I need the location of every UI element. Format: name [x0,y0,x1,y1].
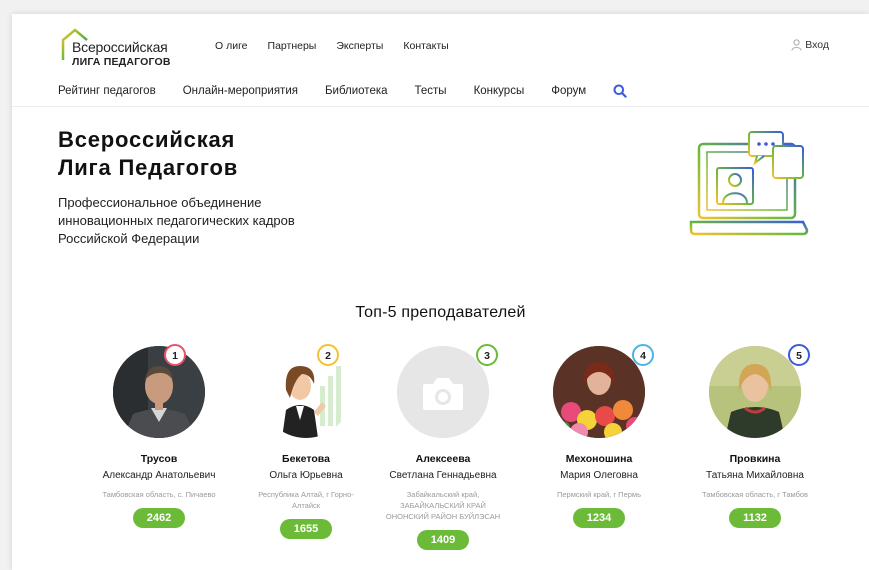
logo-line2: ЛИГА ПЕДАГОГОВ [72,56,171,68]
teacher-avatar [709,346,801,438]
teacher-region: Республика Алтай, г Горно-Алтайск [258,490,354,510]
nav-contacts[interactable]: Контакты [403,40,448,52]
camera-placeholder-icon [397,346,489,438]
teacher-score: 1409 [417,530,469,550]
user-icon [791,39,802,51]
teacher-avatar [397,346,489,438]
teacher-last-name: Алексеева [415,453,471,465]
laptop-webinar-illustration [689,131,809,236]
teacher-region: Тамбовская область, г Тамбов [701,490,809,499]
main-nav: Рейтинг педагогов Онлайн-мероприятия Биб… [58,84,627,98]
teacher-last-name: Трусов [140,453,178,465]
teacher-avatar [553,346,645,438]
teacher-score: 1655 [280,519,332,539]
logo-line1: Всероссийская [72,39,168,55]
top5-heading: Топ-5 преподавателей [355,304,526,321]
teacher-avatar [260,346,352,438]
teacher-avatar [113,346,205,438]
teacher-last-name: Мехоношина [565,453,633,465]
hero-subtitle-line2: инновационных педагогических кадров [58,213,295,228]
teacher-photo [553,346,645,438]
rank-badge: 3 [476,344,498,366]
rank-badge: 4 [632,344,654,366]
nav-rating[interactable]: Рейтинг педагогов [58,85,156,97]
teacher-card-2[interactable]: 2 Бекетова Ольга Юрьевна Республика Алта… [231,344,381,539]
teacher-photo [113,346,205,438]
search-icon[interactable] [613,84,627,98]
teacher-first-name: Светлана Геннадьевна [389,470,497,481]
teacher-photo [709,346,801,438]
hero-title-line2: Лига Педагогов [58,155,239,180]
page: Всероссийская ЛИГА ПЕДАГОГОВ О лиге Парт… [12,14,869,570]
nav-about[interactable]: О лиге [215,40,248,52]
rank-badge: 5 [788,344,810,366]
teacher-region: Забайкальский край, ЗАБАЙКАЛЬСКИЙ КРАЙ О… [385,490,501,521]
rank-badge: 2 [317,344,339,366]
header: Всероссийская ЛИГА ПЕДАГОГОВ О лиге Парт… [12,14,869,74]
hero-title-line1: Всероссийская [58,127,236,152]
nav-partners[interactable]: Партнеры [268,40,317,52]
nav-library[interactable]: Библиотека [325,85,388,97]
hero-subtitle-line1: Профессиональное объединение [58,195,262,210]
nav-tests[interactable]: Тесты [415,85,447,97]
rank-badge: 1 [164,344,186,366]
teacher-score: 2462 [133,508,185,528]
teacher-first-name: Ольга Юрьевна [269,470,343,481]
hero-subtitle: Профессиональное объединение инновационн… [58,194,358,248]
teacher-first-name: Татьяна Михайловна [706,470,804,481]
teacher-region: Пермский край, г Пермь [557,490,641,499]
login-link[interactable]: Вход [791,39,829,51]
site-logo[interactable]: Всероссийская ЛИГА ПЕДАГОГОВ [60,28,180,70]
top-nav: О лиге Партнеры Эксперты Контакты [215,40,449,52]
teacher-first-name: Мария Олеговна [560,470,638,481]
teacher-card-4[interactable]: 4 Мехоношина Мария Олеговна Пермский кра… [524,344,674,528]
teacher-card-1[interactable]: 1 Трусов Александр Анатольевич Тамбовска… [84,344,234,528]
teacher-card-5[interactable]: 5 Провкина Татьяна Михайловна Тамбовская… [680,344,830,528]
teacher-score: 1234 [573,508,625,528]
teacher-region: Тамбовская область, с. Пичаево [102,490,216,499]
nav-divider [12,106,869,107]
teacher-cartoon-avatar [260,346,352,438]
teacher-score: 1132 [729,508,781,528]
nav-forum[interactable]: Форум [551,85,586,97]
hero-subtitle-line3: Российской Федерации [58,231,200,246]
teacher-last-name: Провкина [729,453,781,465]
nav-events[interactable]: Онлайн-мероприятия [183,85,298,97]
teacher-last-name: Бекетова [282,453,330,465]
teacher-card-3[interactable]: 3 Алексеева Светлана Геннадьевна Забайка… [368,344,518,550]
nav-contests[interactable]: Конкурсы [474,85,525,97]
login-label: Вход [805,39,829,51]
hero-title: Всероссийская Лига Педагогов [58,126,238,182]
teacher-first-name: Александр Анатольевич [102,470,216,481]
nav-experts[interactable]: Эксперты [336,40,383,52]
